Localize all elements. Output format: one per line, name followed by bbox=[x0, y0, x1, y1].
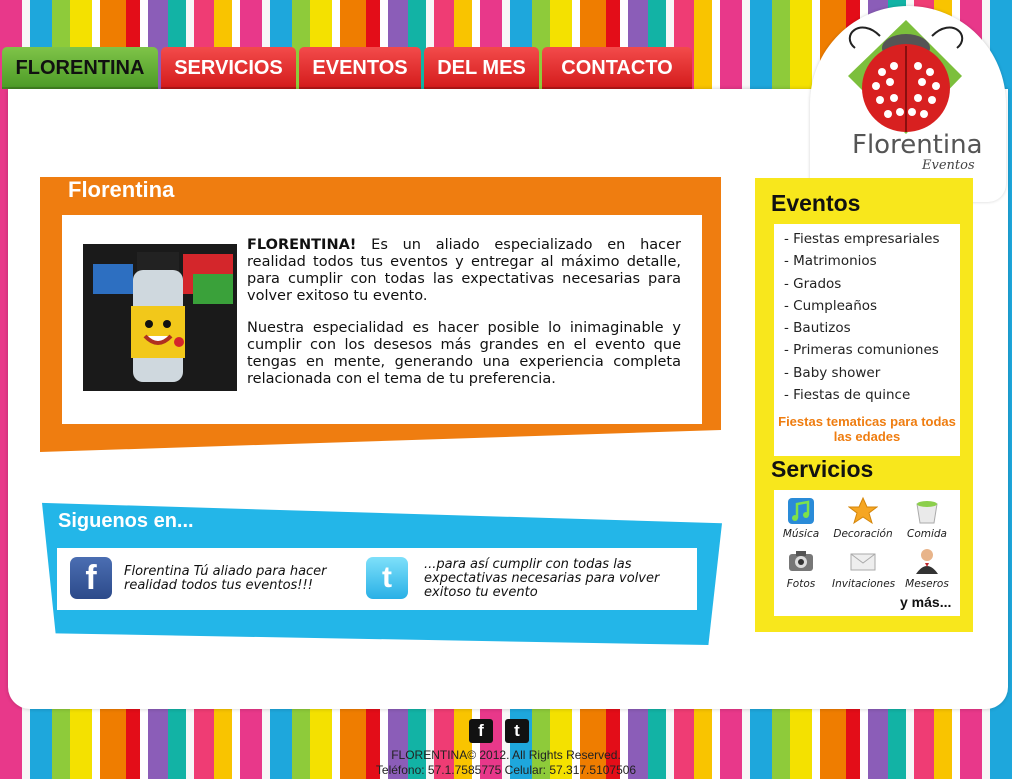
event-item[interactable]: - Fiestas de quince bbox=[784, 384, 939, 406]
main-nav: FLORENTINA SERVICIOS EVENTOS DEL MES CON… bbox=[2, 47, 692, 89]
footer-social: f t bbox=[469, 719, 529, 743]
facebook-text: Florentina Tú aliado para hacer realidad… bbox=[124, 564, 327, 593]
nav-tab-florentina[interactable]: FLORENTINA bbox=[2, 47, 158, 89]
twitter-icon[interactable]: t bbox=[366, 557, 408, 599]
about-paragraph-2: Nuestra especialidad es hacer posible lo… bbox=[247, 320, 681, 387]
service-food[interactable]: Comida bbox=[896, 496, 958, 540]
service-label: Decoración bbox=[833, 528, 893, 540]
star-icon bbox=[848, 496, 878, 525]
site-logo[interactable]: Florentina Eventos bbox=[810, 6, 1006, 202]
service-invitations[interactable]: Invitaciones bbox=[832, 546, 896, 590]
bottle-image bbox=[83, 244, 237, 391]
services-more-link[interactable]: y más... bbox=[900, 594, 951, 610]
events-extra-note: Fiestas tematicas para todas las edades bbox=[778, 414, 956, 444]
logo-subtitle: Eventos bbox=[922, 158, 975, 173]
events-list: - Fiestas empresariales - Matrimonios - … bbox=[784, 228, 939, 406]
social-title: Siguenos en... bbox=[58, 510, 194, 532]
event-item[interactable]: - Baby shower bbox=[784, 362, 939, 384]
service-label: Comida bbox=[906, 528, 947, 540]
services-heading: Servicios bbox=[771, 456, 874, 482]
twitter-text: ...para así cumplir con todas las expect… bbox=[424, 557, 660, 600]
about-description: FLORENTINA! Es un aliado especializado e… bbox=[247, 237, 681, 403]
facebook-icon[interactable]: f bbox=[469, 719, 493, 743]
waiter-icon bbox=[916, 549, 938, 574]
nav-tab-eventos[interactable]: EVENTOS bbox=[299, 47, 421, 89]
ladybug-logo-icon bbox=[848, 20, 964, 134]
service-music[interactable]: Música bbox=[770, 496, 832, 540]
about-lead: FLORENTINA! bbox=[247, 237, 357, 253]
footer-contact: Teléfono: 57.1.7585775 Celular: 57.317.5… bbox=[375, 763, 637, 777]
about-title: Florentina bbox=[68, 177, 175, 202]
event-item[interactable]: - Cumpleaños bbox=[784, 295, 939, 317]
cup-icon bbox=[916, 501, 938, 524]
service-label: Invitaciones bbox=[832, 578, 896, 590]
event-item[interactable]: - Primeras comuniones bbox=[784, 339, 939, 361]
service-waiters[interactable]: Meseros bbox=[896, 546, 958, 590]
events-heading: Eventos bbox=[771, 190, 861, 216]
service-photos[interactable]: Fotos bbox=[770, 546, 832, 590]
event-item[interactable]: - Matrimonios bbox=[784, 250, 939, 272]
facebook-icon[interactable]: f bbox=[70, 557, 112, 599]
logo-name: Florentina bbox=[852, 130, 983, 160]
about-paragraph-1: FLORENTINA! Es un aliado especializado e… bbox=[247, 237, 681, 305]
service-decoration[interactable]: Decoración bbox=[832, 496, 894, 540]
event-item[interactable]: - Grados bbox=[784, 273, 939, 295]
event-item[interactable]: - Bautizos bbox=[784, 317, 939, 339]
service-label: Fotos bbox=[786, 578, 816, 590]
envelope-icon bbox=[850, 553, 876, 571]
music-icon bbox=[788, 498, 814, 524]
twitter-icon[interactable]: t bbox=[505, 719, 529, 743]
service-label: Música bbox=[782, 528, 820, 540]
nav-tab-servicios[interactable]: SERVICIOS bbox=[161, 47, 296, 89]
event-item[interactable]: - Fiestas empresariales bbox=[784, 228, 939, 250]
nav-tab-contacto[interactable]: CONTACTO bbox=[542, 47, 692, 89]
footer-copyright: FLORENTINA© 2012. All Rights Reserved. bbox=[391, 748, 621, 762]
camera-icon bbox=[789, 551, 813, 571]
bottle-photo bbox=[83, 244, 237, 391]
service-label: Meseros bbox=[905, 578, 949, 590]
nav-tab-del-mes[interactable]: DEL MES bbox=[424, 47, 539, 89]
